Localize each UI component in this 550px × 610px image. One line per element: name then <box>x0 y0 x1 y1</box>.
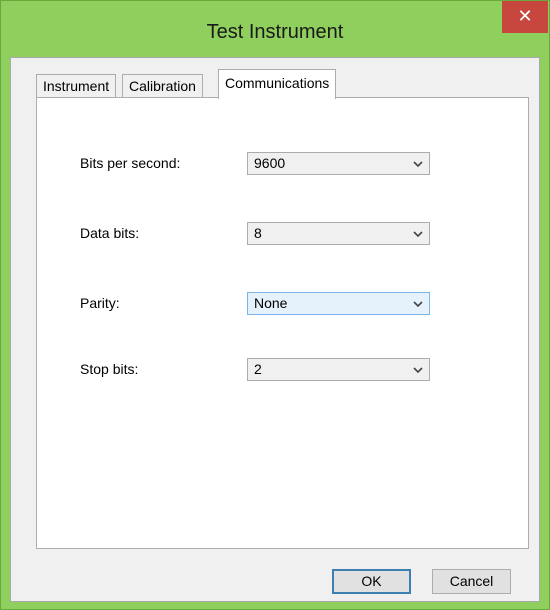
communications-panel: Bits per second: 9600 Data bits: 8 Parit… <box>36 97 529 549</box>
select-value: 2 <box>254 361 262 377</box>
close-icon: ✕ <box>517 6 533 26</box>
chevron-down-icon <box>413 161 423 168</box>
tab-label: Instrument <box>43 78 110 94</box>
bits-per-second-label: Bits per second: <box>80 155 181 171</box>
data-bits-label: Data bits: <box>80 225 140 241</box>
chevron-down-icon <box>413 367 423 374</box>
bits-per-second-select[interactable]: 9600 <box>247 152 430 175</box>
tab-label: Calibration <box>129 78 196 94</box>
parity-label: Parity: <box>80 295 120 311</box>
select-value: None <box>254 295 288 311</box>
parity-select[interactable]: None <box>247 292 430 315</box>
window-title: Test Instrument <box>206 21 344 43</box>
data-bits-select[interactable]: 8 <box>247 222 430 245</box>
stop-bits-label: Stop bits: <box>80 361 139 377</box>
tab-label: Communications <box>225 75 330 91</box>
chevron-down-icon <box>413 231 423 238</box>
select-value: 8 <box>254 225 262 241</box>
tab-calibration[interactable]: Calibration <box>122 74 203 98</box>
dialog-client-area: Instrument Calibration Communications Bi… <box>10 57 540 602</box>
select-value: 9600 <box>254 155 286 171</box>
dialog-window: Test Instrument ✕ Instrument Calibration… <box>0 0 550 610</box>
title-bar[interactable]: Test Instrument ✕ <box>1 1 549 57</box>
chevron-down-icon <box>413 301 423 308</box>
ok-button[interactable]: OK <box>332 569 411 594</box>
tab-communications[interactable]: Communications <box>218 69 337 99</box>
close-button[interactable]: ✕ <box>502 1 548 33</box>
stop-bits-select[interactable]: 2 <box>247 358 430 381</box>
tab-instrument[interactable]: Instrument <box>36 74 117 98</box>
cancel-button[interactable]: Cancel <box>432 569 511 594</box>
